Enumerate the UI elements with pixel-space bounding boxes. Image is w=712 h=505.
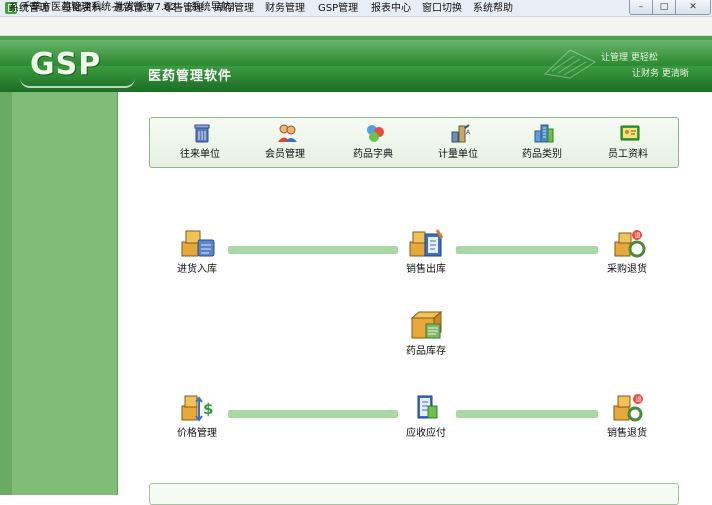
toolbar-partner-units[interactable]: 往来单位: [165, 119, 235, 164]
logo-swoosh: [20, 78, 135, 88]
flow-label: 销售出库: [406, 264, 446, 275]
menu-help[interactable]: 系统帮助: [473, 2, 513, 16]
staff-card-icon: [620, 125, 640, 141]
flow-line: [228, 410, 398, 418]
flow-drug-stock[interactable]: 药品库存: [391, 310, 461, 370]
buildings-icon: [534, 124, 554, 143]
svg-text:退: 退: [636, 396, 642, 404]
menu-purchase-sales[interactable]: 进销管理: [113, 2, 153, 16]
flow-sales-return[interactable]: 退 销售退货: [592, 392, 662, 452]
boxes-in-icon: [181, 230, 215, 257]
bottom-panel: [149, 483, 679, 505]
toolbar-label: 计量单位: [438, 149, 478, 160]
sidebar: [0, 92, 118, 495]
toolbar-member-management[interactable]: 会员管理: [250, 119, 320, 164]
sales-clipboard-icon: [409, 229, 444, 257]
menu-gsp[interactable]: GSP管理: [318, 2, 358, 16]
toolbar-drug-dictionary[interactable]: 药品字典: [338, 119, 408, 164]
svg-text:$: $: [203, 400, 213, 418]
molecule-icon: [367, 125, 384, 142]
flow-line: [228, 246, 398, 254]
trash-bin-icon: [194, 124, 210, 143]
menu-finance[interactable]: 财务管理: [265, 2, 305, 16]
close-button[interactable]: ✕: [675, 0, 711, 15]
flow-label: 应收应付: [406, 428, 446, 439]
svg-text:退: 退: [635, 232, 641, 240]
maximize-button[interactable]: □: [652, 0, 676, 15]
flow-price-management[interactable]: $ 价格管理: [162, 392, 232, 452]
slogan-line-2: 让财务 更清晰: [632, 69, 689, 79]
document-decor-icon: [543, 49, 597, 79]
flow-line: [456, 410, 598, 418]
users-icon: [278, 124, 297, 142]
toolbar-label: 会员管理: [265, 149, 305, 160]
return-boxes-icon: 退: [614, 230, 646, 258]
flow-purchase-return[interactable]: 退 采购退货: [592, 228, 662, 288]
minimize-button[interactable]: –: [629, 0, 653, 15]
ledger-icon: [417, 395, 438, 419]
price-boxes-icon: $: [181, 395, 213, 422]
toolbar-label: 往来单位: [180, 149, 220, 160]
flow-label: 销售退货: [607, 428, 647, 439]
slogan-line-1: 让管理 更轻松: [601, 53, 658, 63]
stock-boxes-icon: [410, 310, 443, 340]
toolbar-label: 药品字典: [353, 149, 393, 160]
measure-icon: A: [451, 124, 471, 143]
menu-window-switch[interactable]: 窗口切换: [422, 2, 462, 16]
gsp-logo: GSP: [30, 47, 102, 82]
svg-text:A: A: [466, 129, 471, 136]
menu-system[interactable]: 系统管理: [9, 2, 49, 16]
flow-purchase-in[interactable]: 进货入库: [162, 228, 232, 288]
menu-retail[interactable]: 零售管理: [163, 2, 203, 16]
sidebar-edge: [0, 92, 12, 495]
toolbar-staff-profile[interactable]: 员工资料: [593, 119, 663, 164]
sales-return-icon: 退: [613, 394, 643, 422]
menu-base-data[interactable]: 基础资料: [62, 2, 102, 16]
toolbar-label: 员工资料: [608, 149, 648, 160]
flow-label: 进货入库: [177, 264, 217, 275]
toolbar-drug-category[interactable]: 药品类别: [507, 119, 577, 164]
header-subtitle: 医药管理软件: [148, 69, 233, 84]
flow-line: [456, 246, 598, 254]
toolbar-label: 药品类别: [522, 149, 562, 160]
flow-label: 价格管理: [177, 428, 217, 439]
toolbar-unit-of-measure[interactable]: A 计量单位: [423, 119, 493, 164]
flow-label: 药品库存: [406, 346, 446, 357]
menu-inventory[interactable]: 库存管理: [214, 2, 254, 16]
flow-sales-out[interactable]: 销售出库: [391, 228, 461, 288]
menu-bar: [0, 17, 712, 36]
menu-reports[interactable]: 报表中心: [371, 2, 411, 16]
flow-receivable-payable[interactable]: 应收应付: [391, 392, 461, 452]
flow-label: 采购退货: [607, 264, 647, 275]
